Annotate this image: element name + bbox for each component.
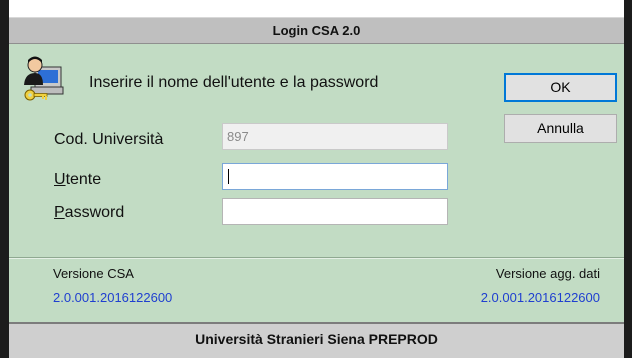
csa-version-value: 2.0.001.2016122600 <box>53 290 173 305</box>
section-divider <box>9 257 624 259</box>
user-label-text: tente <box>65 171 102 188</box>
ok-button[interactable]: OK <box>504 73 617 102</box>
text-caret <box>228 169 229 184</box>
window-title[interactable]: Login CSA 2.0 <box>9 17 624 44</box>
password-field[interactable] <box>222 198 448 225</box>
password-label: Password <box>54 204 124 222</box>
user-label-accesskey: U <box>54 171 66 188</box>
university-code-field <box>222 123 448 150</box>
data-version-label: Versione agg. dati <box>495 266 600 281</box>
user-label: Utente <box>54 171 101 189</box>
data-version-value: 2.0.001.2016122600 <box>480 290 600 305</box>
password-label-text: assword <box>64 204 125 221</box>
user-computer-key-icon <box>24 56 64 101</box>
login-prompt: Inserire il nome dell'utente e la passwo… <box>89 74 379 91</box>
csa-version-label: Versione CSA <box>53 266 134 281</box>
user-field[interactable] <box>222 163 448 190</box>
university-code-label: Cod. Università <box>54 131 164 148</box>
password-label-accesskey: P <box>54 204 65 221</box>
environment-status-bar: Università Stranieri Siena PREPROD <box>9 322 624 358</box>
window-top-strip <box>9 0 624 17</box>
login-dialog: Login CSA 2.0 Inserire il nome dell'uten… <box>9 0 624 358</box>
cancel-button[interactable]: Annulla <box>504 114 617 143</box>
